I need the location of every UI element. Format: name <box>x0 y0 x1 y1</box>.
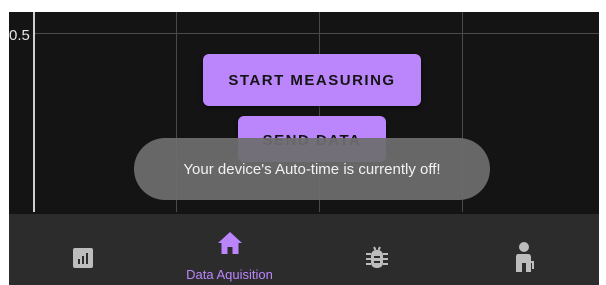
chart-icon <box>72 248 93 268</box>
nav-item-label: Data Aquisition <box>186 267 273 282</box>
nav-item-data-aquisition[interactable]: Data Aquisition <box>156 214 303 285</box>
y-tick-label: 0.5 <box>9 27 30 44</box>
toast-message: Your device's Auto-time is currently off… <box>134 138 490 200</box>
toast-text: Your device's Auto-time is currently off… <box>183 160 441 178</box>
y-axis <box>33 12 35 212</box>
nav-item-profile[interactable] <box>450 214 597 285</box>
nav-item-debug[interactable] <box>303 214 450 285</box>
start-measuring-button[interactable]: START MEASURING <box>203 54 421 106</box>
bottom-navigation: Data Aquisition <box>9 214 599 285</box>
person-icon <box>515 242 534 272</box>
home-icon <box>217 232 242 254</box>
nav-item-statistics[interactable] <box>9 214 156 285</box>
bug-icon <box>365 246 388 268</box>
grid-line <box>33 33 599 34</box>
app-screen: 0.5 SEND DATA START MEASURING Your devic… <box>9 12 599 285</box>
